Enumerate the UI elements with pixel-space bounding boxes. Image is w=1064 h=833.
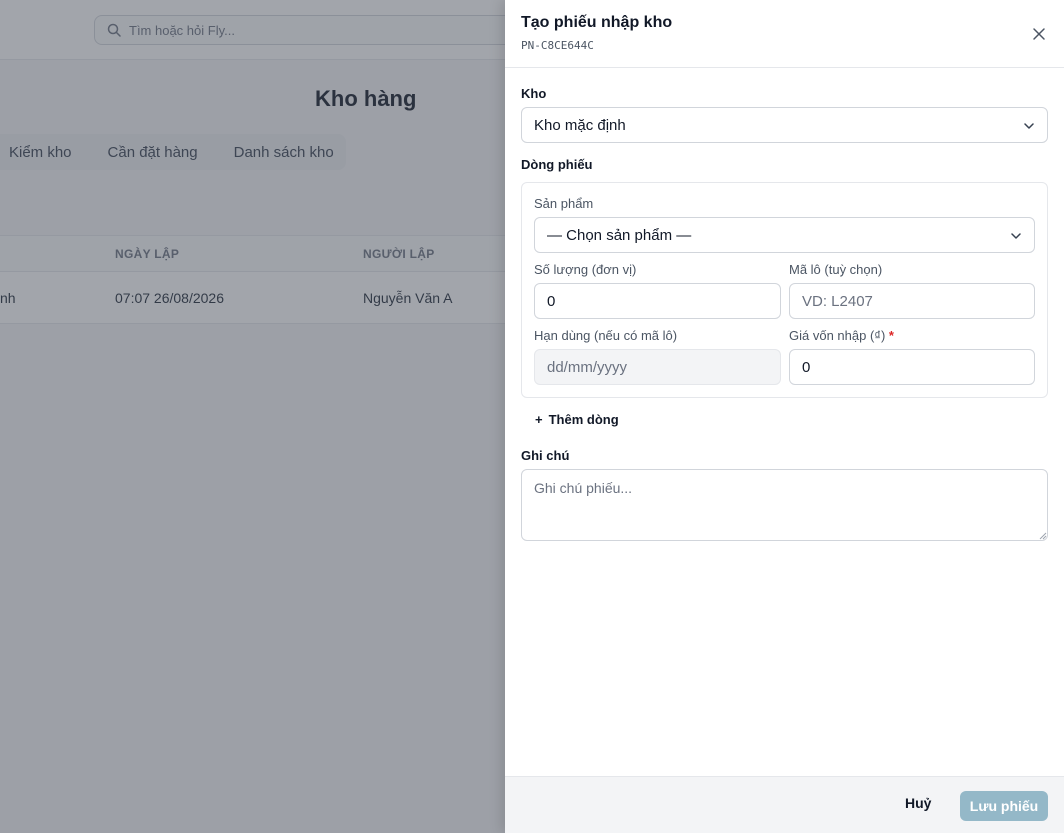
lines-label: Dòng phiếu: [521, 157, 593, 172]
required-marker: *: [888, 328, 894, 343]
close-button[interactable]: [1029, 24, 1049, 44]
warehouse-label: Kho: [521, 86, 547, 101]
create-receipt-drawer: Tạo phiếu nhập kho PN-C8CE644C Kho Kho m…: [505, 0, 1064, 833]
add-line-label: Thêm dòng: [548, 412, 619, 427]
warehouse-select[interactable]: Kho mặc định: [521, 107, 1048, 143]
resize-handle-icon[interactable]: [1039, 532, 1047, 540]
lot-label: Mã lô (tuỳ chọn): [789, 262, 883, 277]
quantity-label: Số lượng (đơn vị): [534, 262, 637, 277]
drawer-title: Tạo phiếu nhập kho: [521, 14, 673, 31]
expiry-date-input[interactable]: [534, 349, 781, 385]
cancel-button[interactable]: Huỷ: [905, 795, 931, 811]
cost-input[interactable]: [789, 349, 1035, 385]
drawer-header: Tạo phiếu nhập kho PN-C8CE644C: [505, 0, 1064, 68]
drawer-footer: Huỷ Lưu phiếu: [505, 776, 1064, 833]
expiry-label: Hạn dùng (nếu có mã lô): [534, 328, 678, 343]
lot-input[interactable]: [789, 283, 1035, 319]
note-label: Ghi chú: [521, 448, 570, 463]
plus-icon: +: [535, 412, 543, 427]
note-textarea[interactable]: [521, 469, 1048, 541]
quantity-input[interactable]: [534, 283, 781, 319]
chevron-down-icon: [1024, 123, 1034, 129]
close-icon: [1033, 28, 1045, 40]
receipt-code: PN-C8CE644C: [521, 39, 594, 52]
warehouse-value: Kho mặc định: [534, 116, 626, 134]
chevron-down-icon: [1011, 233, 1021, 239]
cost-label: Giá vốn nhập (₫) *: [789, 328, 894, 343]
product-select[interactable]: — Chọn sản phẩm —: [534, 217, 1035, 253]
save-button[interactable]: Lưu phiếu: [960, 791, 1048, 821]
cost-label-text: Giá vốn nhập (₫): [789, 328, 886, 343]
product-value: — Chọn sản phẩm —: [547, 226, 692, 244]
product-label: Sản phẩm: [534, 196, 594, 211]
add-line-button[interactable]: + Thêm dòng: [535, 412, 619, 427]
